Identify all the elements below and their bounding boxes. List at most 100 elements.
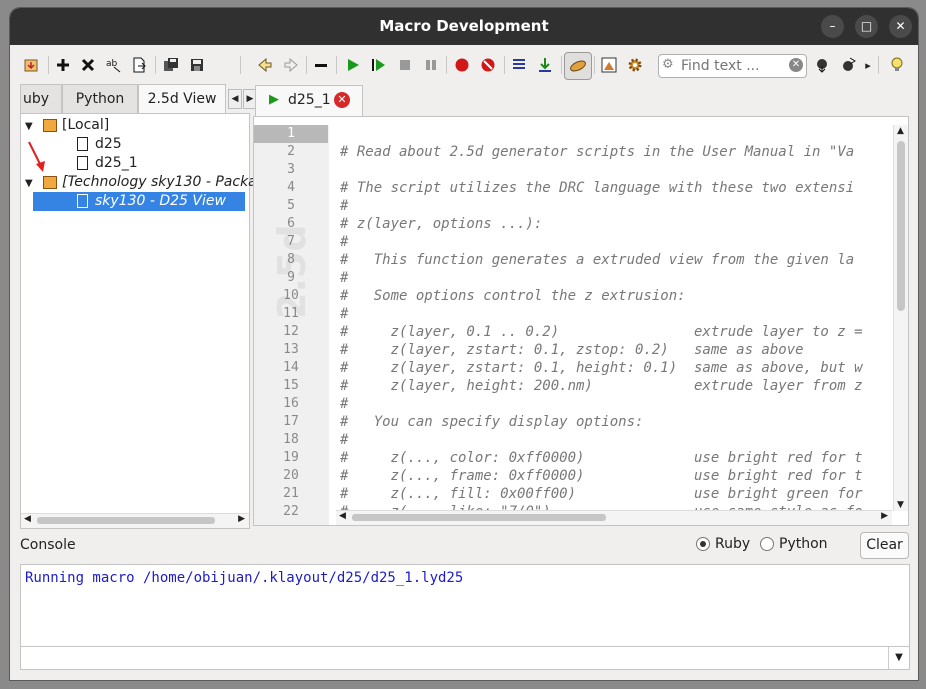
code-area[interactable]: # Read about 2.5d generator scripts in t… — [336, 125, 888, 511]
scrollbar-thumb[interactable] — [37, 517, 215, 524]
code-line: # z(layer, options ...): — [340, 216, 543, 232]
tree-hscroll[interactable]: ◀ ▶ — [21, 513, 249, 528]
tab-2-5d-view[interactable]: 2.5d View — [138, 84, 226, 114]
code-line: # — [340, 306, 349, 322]
find-text-input[interactable] — [679, 57, 783, 75]
folder-icon — [43, 118, 57, 132]
tree-item-sky130-d25-view[interactable]: sky130 - D25 View — [33, 192, 245, 211]
tab-ruby[interactable]: uby — [20, 84, 62, 113]
clear-breakpoints-icon[interactable] — [477, 54, 499, 76]
help-bulb-icon[interactable] — [886, 54, 908, 76]
run-from-current-icon[interactable] — [368, 54, 390, 76]
radio-ruby[interactable]: Ruby — [696, 536, 750, 552]
code-line: # This function generates a extruded vie… — [340, 252, 855, 268]
scroll-down-icon[interactable]: ▼ — [897, 500, 904, 510]
scroll-left-icon[interactable]: ◀ — [24, 514, 31, 524]
radio-dot[interactable] — [696, 537, 710, 551]
code-line: # — [340, 198, 349, 214]
scroll-up-icon[interactable]: ▲ — [897, 126, 904, 136]
step-over-icon[interactable] — [508, 54, 530, 76]
code-line: # — [340, 234, 349, 250]
find-next-icon[interactable] — [812, 54, 834, 76]
line-number: 19 — [283, 450, 299, 465]
radio-dot[interactable] — [760, 537, 774, 551]
scrollbar-thumb[interactable] — [897, 141, 905, 311]
run-marker-icon: ▶ — [269, 92, 279, 107]
tree-folder-label: [Local] — [62, 117, 110, 133]
find-text-box[interactable]: ⚙ ✕ — [658, 54, 807, 78]
settings-gear-icon[interactable] — [624, 54, 646, 76]
line-number: 14 — [283, 360, 299, 375]
forward-icon[interactable] — [280, 54, 302, 76]
tree-item-d25-1[interactable]: d25_1 — [77, 154, 138, 173]
code-line: # z(layer, 0.1 .. 0.2) extrude layer to … — [340, 324, 863, 340]
scroll-left-icon[interactable]: ◀ — [339, 511, 346, 521]
toolbar: ab ⚙ ✕ ▸ — [10, 45, 918, 87]
code-line: # Some options control the z extrusion: — [340, 288, 686, 304]
tree-folder-local[interactable]: ▼ [Local] — [25, 116, 109, 135]
scroll-right-icon[interactable]: ▶ — [238, 514, 245, 524]
code-editor[interactable]: 1 2 3 4 5 6 7 8 9 10 11 12 13 14 15 16 17 18 19 20 21 22 # Re… — [253, 116, 909, 526]
editor-hscroll[interactable]: ◀ ▶ — [336, 510, 892, 525]
back-icon[interactable] — [254, 54, 276, 76]
console-output-text: Running macro /home/obijuan/.klayout/d25… — [25, 570, 464, 586]
tab-python[interactable]: Python — [62, 84, 138, 113]
step-into-icon[interactable] — [534, 54, 556, 76]
radio-ruby-label: Ruby — [715, 536, 751, 552]
editor-tab-label: d25_1 — [288, 92, 331, 108]
preview-icon[interactable] — [598, 54, 620, 76]
line-number: 16 — [283, 396, 299, 411]
code-line: # z(layer, zstart: 0.1, height: 0.1) sam… — [340, 360, 863, 376]
line-number-gutter: 1 2 3 4 5 6 7 8 9 10 11 12 13 14 15 16 17 18 19 20 21 22 — [254, 125, 329, 525]
stop-icon[interactable] — [394, 54, 416, 76]
add-icon[interactable] — [52, 54, 74, 76]
save-icon[interactable] — [186, 54, 208, 76]
console-command-line[interactable]: ▼ — [20, 646, 910, 670]
toolbar-overflow-icon[interactable]: ▸ — [862, 54, 874, 76]
close-window-button[interactable]: ✕ — [889, 15, 912, 38]
editor-vscroll[interactable]: ▲ ▼ — [893, 125, 908, 511]
edit-mode-icon[interactable] — [564, 52, 592, 80]
tree-item-label: sky130 - D25 View — [95, 193, 226, 209]
title-bar: Macro Development – □ ✕ — [10, 8, 918, 45]
clear-button[interactable]: Clear — [860, 532, 909, 559]
code-line: # z(layer, zstart: 0.1, zstop: 0.2) same… — [340, 342, 804, 358]
watermark-text: 2.5d — [270, 224, 314, 319]
line-number: 13 — [283, 342, 299, 357]
scroll-right-icon[interactable]: ▶ — [881, 511, 888, 521]
code-line: # The script utilizes the DRC language w… — [340, 180, 855, 196]
file-icon — [77, 156, 88, 170]
minimize-button[interactable]: – — [821, 15, 844, 38]
code-line: # z(..., color: 0xff0000) use bright red… — [340, 450, 863, 466]
code-line: # You can specify display options: — [340, 414, 644, 430]
console-output[interactable]: Running macro /home/obijuan/.klayout/d25… — [20, 564, 910, 647]
collapse-icon[interactable] — [310, 54, 332, 76]
save-all-icon[interactable] — [160, 54, 182, 76]
expand-arrow-icon[interactable]: ▼ — [25, 174, 39, 193]
tree-item-label: d25_1 — [95, 155, 138, 171]
line-number: 4 — [287, 180, 295, 195]
radio-python-label: Python — [779, 536, 828, 552]
import-icon[interactable] — [20, 54, 42, 76]
editor-tab-d25-1[interactable]: ▶ d25_1 ✕ — [255, 85, 363, 117]
scrollbar-thumb[interactable] — [352, 514, 606, 521]
pause-icon[interactable] — [420, 54, 442, 76]
delete-icon[interactable] — [77, 54, 99, 76]
close-tab-icon[interactable]: ✕ — [334, 92, 350, 108]
code-line: # Read about 2.5d generator scripts in t… — [340, 144, 855, 160]
expand-arrow-icon[interactable]: ▼ — [25, 117, 39, 136]
maximize-button[interactable]: □ — [855, 15, 878, 38]
replace-icon[interactable] — [838, 54, 860, 76]
breakpoint-icon[interactable] — [451, 54, 473, 76]
line-number: 17 — [283, 414, 299, 429]
run-icon[interactable] — [342, 54, 364, 76]
rename-icon[interactable]: ab — [102, 54, 124, 76]
macro-category-tabs: uby Python 2.5d View ◀ ▶ — [20, 84, 257, 114]
new-file-icon[interactable] — [128, 54, 150, 76]
tree-folder-technology[interactable]: ▼ [Technology sky130 - Packa — [25, 173, 257, 192]
tree-item-d25[interactable]: d25 — [77, 135, 122, 154]
history-dropdown-icon[interactable]: ▼ — [888, 647, 909, 669]
tab-scroll-left-icon[interactable]: ◀ — [228, 89, 242, 109]
radio-python[interactable]: Python — [760, 536, 828, 552]
clear-search-icon[interactable]: ✕ — [789, 58, 803, 72]
